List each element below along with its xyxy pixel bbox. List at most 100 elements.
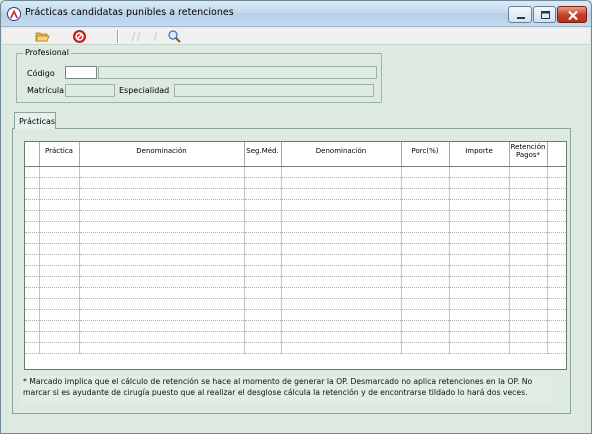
table-cell[interactable] bbox=[39, 265, 80, 277]
close-button[interactable] bbox=[557, 6, 587, 23]
title-bar[interactable]: Prácticas candidatas punibles a retencio… bbox=[1, 1, 591, 27]
table-cell[interactable] bbox=[39, 243, 80, 255]
table-cell[interactable] bbox=[509, 331, 548, 343]
table-cell[interactable] bbox=[25, 331, 40, 343]
table-cell[interactable] bbox=[25, 221, 40, 233]
table-cell[interactable] bbox=[39, 188, 80, 200]
table-cell[interactable] bbox=[509, 254, 548, 266]
maximize-button[interactable] bbox=[533, 6, 556, 23]
table-row[interactable] bbox=[25, 342, 566, 354]
table-cell[interactable] bbox=[449, 309, 510, 321]
table-cell[interactable] bbox=[25, 309, 40, 321]
table-cell[interactable] bbox=[244, 232, 282, 244]
table-row[interactable] bbox=[25, 243, 566, 255]
table-cell[interactable] bbox=[79, 342, 245, 354]
table-cell[interactable] bbox=[39, 210, 80, 222]
table-cell[interactable] bbox=[401, 188, 450, 200]
table-cell[interactable] bbox=[244, 243, 282, 255]
table-cell[interactable] bbox=[547, 254, 566, 266]
table-cell[interactable] bbox=[401, 342, 450, 354]
table-cell[interactable] bbox=[244, 177, 282, 189]
table-cell[interactable] bbox=[79, 243, 245, 255]
table-cell[interactable] bbox=[25, 265, 40, 277]
column-header-porc[interactable]: Porc(%) bbox=[401, 142, 450, 167]
table-cell[interactable] bbox=[244, 265, 282, 277]
table-cell[interactable] bbox=[39, 232, 80, 244]
table-cell[interactable] bbox=[401, 166, 450, 178]
table-cell[interactable] bbox=[39, 254, 80, 266]
table-cell[interactable] bbox=[39, 342, 80, 354]
table-cell[interactable] bbox=[449, 320, 510, 332]
table-row[interactable] bbox=[25, 320, 566, 332]
table-cell[interactable] bbox=[244, 320, 282, 332]
table-cell[interactable] bbox=[449, 298, 510, 310]
table-cell[interactable] bbox=[79, 287, 245, 299]
table-cell[interactable] bbox=[25, 188, 40, 200]
table-cell[interactable] bbox=[547, 188, 566, 200]
cancel-icon[interactable] bbox=[72, 29, 87, 44]
table-cell[interactable] bbox=[401, 177, 450, 189]
table-cell[interactable] bbox=[281, 265, 402, 277]
table-row[interactable] bbox=[25, 210, 566, 222]
table-cell[interactable] bbox=[547, 210, 566, 222]
table-cell[interactable] bbox=[39, 287, 80, 299]
table-cell[interactable] bbox=[401, 265, 450, 277]
table-cell[interactable] bbox=[547, 298, 566, 310]
table-cell[interactable] bbox=[547, 177, 566, 189]
table-cell[interactable] bbox=[547, 265, 566, 277]
table-row[interactable] bbox=[25, 287, 566, 299]
table-row[interactable] bbox=[25, 232, 566, 244]
table-cell[interactable] bbox=[281, 243, 402, 255]
table-cell[interactable] bbox=[281, 199, 402, 211]
table-cell[interactable] bbox=[449, 188, 510, 200]
table-cell[interactable] bbox=[79, 166, 245, 178]
table-cell[interactable] bbox=[401, 298, 450, 310]
table-cell[interactable] bbox=[244, 276, 282, 288]
table-cell[interactable] bbox=[509, 232, 548, 244]
table-row[interactable] bbox=[25, 298, 566, 310]
table-cell[interactable] bbox=[401, 199, 450, 211]
table-cell[interactable] bbox=[509, 199, 548, 211]
table-cell[interactable] bbox=[281, 342, 402, 354]
table-cell[interactable] bbox=[449, 243, 510, 255]
table-cell[interactable] bbox=[449, 232, 510, 244]
table-cell[interactable] bbox=[449, 210, 510, 222]
table-cell[interactable] bbox=[401, 276, 450, 288]
table-cell[interactable] bbox=[281, 210, 402, 222]
table-cell[interactable] bbox=[281, 320, 402, 332]
table-cell[interactable] bbox=[79, 199, 245, 211]
table-cell[interactable] bbox=[401, 309, 450, 321]
table-cell[interactable] bbox=[244, 210, 282, 222]
table-cell[interactable] bbox=[39, 221, 80, 233]
table-cell[interactable] bbox=[244, 254, 282, 266]
table-cell[interactable] bbox=[281, 331, 402, 343]
table-row[interactable] bbox=[25, 309, 566, 321]
table-cell[interactable] bbox=[547, 232, 566, 244]
table-cell[interactable] bbox=[401, 210, 450, 222]
table-cell[interactable] bbox=[509, 298, 548, 310]
table-cell[interactable] bbox=[509, 243, 548, 255]
table-cell[interactable] bbox=[401, 320, 450, 332]
table-cell[interactable] bbox=[281, 188, 402, 200]
table-cell[interactable] bbox=[25, 254, 40, 266]
table-cell[interactable] bbox=[25, 342, 40, 354]
table-cell[interactable] bbox=[244, 331, 282, 343]
table-cell[interactable] bbox=[79, 298, 245, 310]
table-cell[interactable] bbox=[281, 221, 402, 233]
table-cell[interactable] bbox=[79, 265, 245, 277]
table-cell[interactable] bbox=[244, 287, 282, 299]
table-cell[interactable] bbox=[244, 342, 282, 354]
table-cell[interactable] bbox=[509, 177, 548, 189]
table-cell[interactable] bbox=[509, 210, 548, 222]
tab-practicas[interactable]: Prácticas bbox=[14, 112, 56, 129]
table-cell[interactable] bbox=[401, 221, 450, 233]
table-cell[interactable] bbox=[547, 320, 566, 332]
table-cell[interactable] bbox=[281, 287, 402, 299]
table-cell[interactable] bbox=[547, 331, 566, 343]
table-row[interactable] bbox=[25, 177, 566, 189]
table-cell[interactable] bbox=[39, 331, 80, 343]
table-cell[interactable] bbox=[281, 177, 402, 189]
codigo-input[interactable] bbox=[65, 66, 97, 79]
table-cell[interactable] bbox=[39, 298, 80, 310]
table-cell[interactable] bbox=[25, 166, 40, 178]
